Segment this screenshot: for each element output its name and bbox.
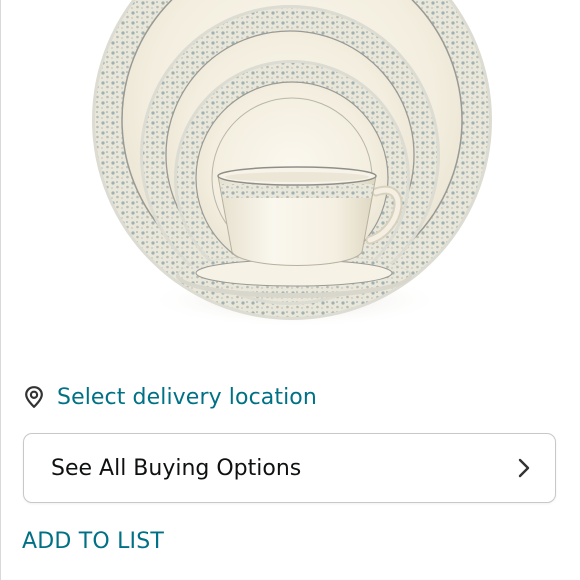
- select-delivery-location[interactable]: Select delivery location: [22, 381, 317, 413]
- chevron-right-icon: [515, 456, 533, 480]
- dinnerware-illustration: [92, 0, 492, 328]
- buying-options-label: See All Buying Options: [51, 455, 302, 481]
- see-all-buying-options-button[interactable]: See All Buying Options: [23, 433, 556, 503]
- page-edge-divider: [0, 0, 1, 580]
- product-page: Select delivery location See All Buying …: [0, 0, 580, 580]
- location-pin-icon: [22, 385, 46, 409]
- delivery-location-link[interactable]: Select delivery location: [57, 385, 317, 410]
- product-image[interactable]: [80, 0, 510, 330]
- add-to-list-button[interactable]: ADD TO LIST: [22, 529, 164, 554]
